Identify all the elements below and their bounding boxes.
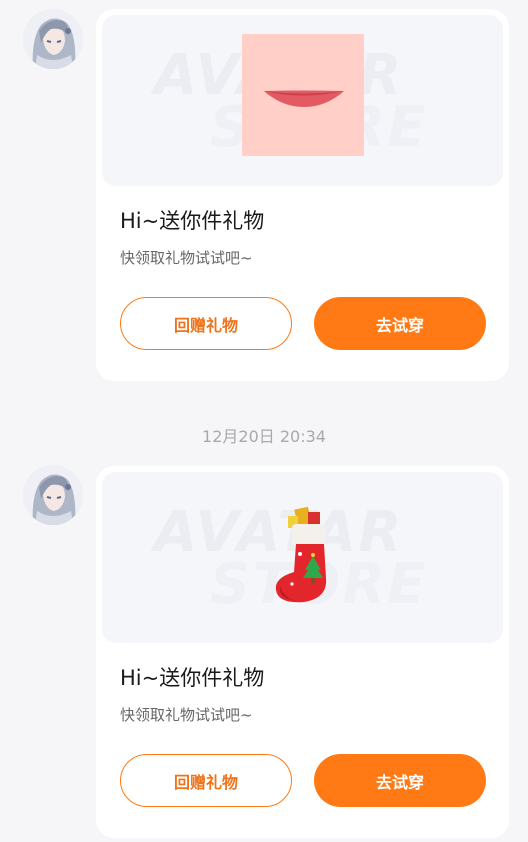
gift-message-card: AVATAR STORE Hi~送你件礼物 快领取礼物试试吧~ 回赠礼物 去试穿 bbox=[96, 9, 509, 381]
message-title: Hi~送你件礼物 bbox=[120, 666, 265, 690]
gift-message-card: AVATAR STORE Hi~送你件礼物 快领取礼物试试吧~ 回赠礼物 去试穿 bbox=[96, 466, 509, 838]
message-subtitle: 快领取礼物试试吧~ bbox=[120, 706, 253, 724]
lips-icon bbox=[242, 34, 364, 156]
return-gift-button[interactable]: 回赠礼物 bbox=[120, 754, 292, 807]
avatar-store-banner: AVATAR STORE bbox=[102, 15, 503, 186]
avatar-store-banner: AVATAR STORE bbox=[102, 472, 503, 643]
try-on-button[interactable]: 去试穿 bbox=[314, 754, 486, 807]
anime-girl-avatar-icon bbox=[23, 9, 83, 69]
try-on-button[interactable]: 去试穿 bbox=[314, 297, 486, 350]
return-gift-button[interactable]: 回赠礼物 bbox=[120, 297, 292, 350]
avatar[interactable] bbox=[23, 465, 83, 525]
christmas-stocking-icon bbox=[270, 506, 342, 606]
timestamp: 12月20日 20:34 bbox=[202, 427, 326, 446]
message-title: Hi~送你件礼物 bbox=[120, 209, 265, 233]
message-subtitle: 快领取礼物试试吧~ bbox=[120, 249, 253, 267]
avatar[interactable] bbox=[23, 9, 83, 69]
anime-girl-avatar-icon bbox=[23, 465, 83, 525]
